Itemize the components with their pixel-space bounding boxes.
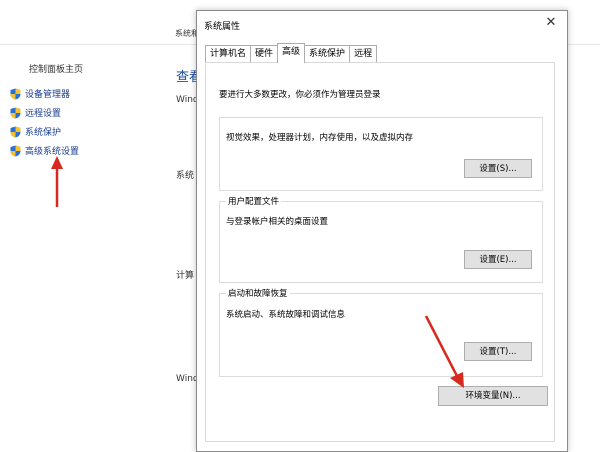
admin-notice: 要进行大多数更改，你必须作为管理员登录 xyxy=(219,90,381,100)
startup-recovery-group: 启动和故障恢复 系统启动、系统故障和调试信息 设置(T)... xyxy=(219,287,543,377)
system-properties-dialog: 系统属性 ✕ 计算机名 硬件 高级 系统保护 远程 要进行大多数更改，你必须作为… xyxy=(196,10,568,452)
red-arrow-icon xyxy=(51,156,63,207)
sidebar-item-device-manager[interactable]: 设备管理器 xyxy=(10,87,70,100)
advanced-tab-panel: 要进行大多数更改，你必须作为管理员登录 视觉效果，处理器计划，内存使用，以及虚拟… xyxy=(205,62,555,442)
red-arrow-icon xyxy=(424,315,464,388)
sidebar-item-system-protection[interactable]: 系统保护 xyxy=(10,125,61,138)
performance-description: 视觉效果，处理器计划，内存使用，以及虚拟内存 xyxy=(226,133,414,143)
tab-system-protection[interactable]: 系统保护 xyxy=(304,45,351,63)
sidebar-item-label: 远程设置 xyxy=(25,109,62,119)
sidebar-item-remote-settings[interactable]: 远程设置 xyxy=(10,106,61,119)
startup-recovery-title: 启动和故障恢复 xyxy=(226,287,290,299)
sidebar-item-advanced-settings[interactable]: 高级系统设置 xyxy=(10,144,79,157)
close-icon[interactable]: ✕ xyxy=(544,16,558,30)
shield-icon xyxy=(10,145,21,156)
dialog-title: 系统属性 xyxy=(204,22,241,32)
sidebar-item-label: 系统保护 xyxy=(25,128,62,138)
performance-group: 视觉效果，处理器计划，内存使用，以及虚拟内存 设置(S)... xyxy=(219,117,543,191)
control-panel-home-link[interactable]: 控制面板主页 xyxy=(29,62,83,75)
performance-settings-button[interactable]: 设置(S)... xyxy=(464,159,532,178)
tab-remote[interactable]: 远程 xyxy=(349,45,378,63)
user-profiles-description: 与登录帐户相关的桌面设置 xyxy=(226,217,329,227)
user-profiles-group: 用户配置文件 与登录帐户相关的桌面设置 设置(E)... xyxy=(219,195,543,283)
shield-icon xyxy=(10,126,21,137)
startup-recovery-description: 系统启动、系统故障和调试信息 xyxy=(226,310,346,320)
computer-section-fragment: 计算 xyxy=(176,271,195,281)
tab-strip: 计算机名 硬件 高级 系统保护 远程 xyxy=(205,43,378,63)
sidebar-item-label: 设备管理器 xyxy=(25,90,71,100)
shield-icon xyxy=(10,107,21,118)
user-profiles-title: 用户配置文件 xyxy=(226,195,282,207)
tab-hardware[interactable]: 硬件 xyxy=(250,45,279,63)
tab-advanced[interactable]: 高级 xyxy=(277,43,306,63)
system-section-fragment: 系统 xyxy=(176,171,195,181)
startup-recovery-settings-button[interactable]: 设置(T)... xyxy=(464,342,532,361)
shield-icon xyxy=(10,88,21,99)
tab-computer-name[interactable]: 计算机名 xyxy=(205,45,252,63)
user-profiles-settings-button[interactable]: 设置(E)... xyxy=(464,250,532,269)
